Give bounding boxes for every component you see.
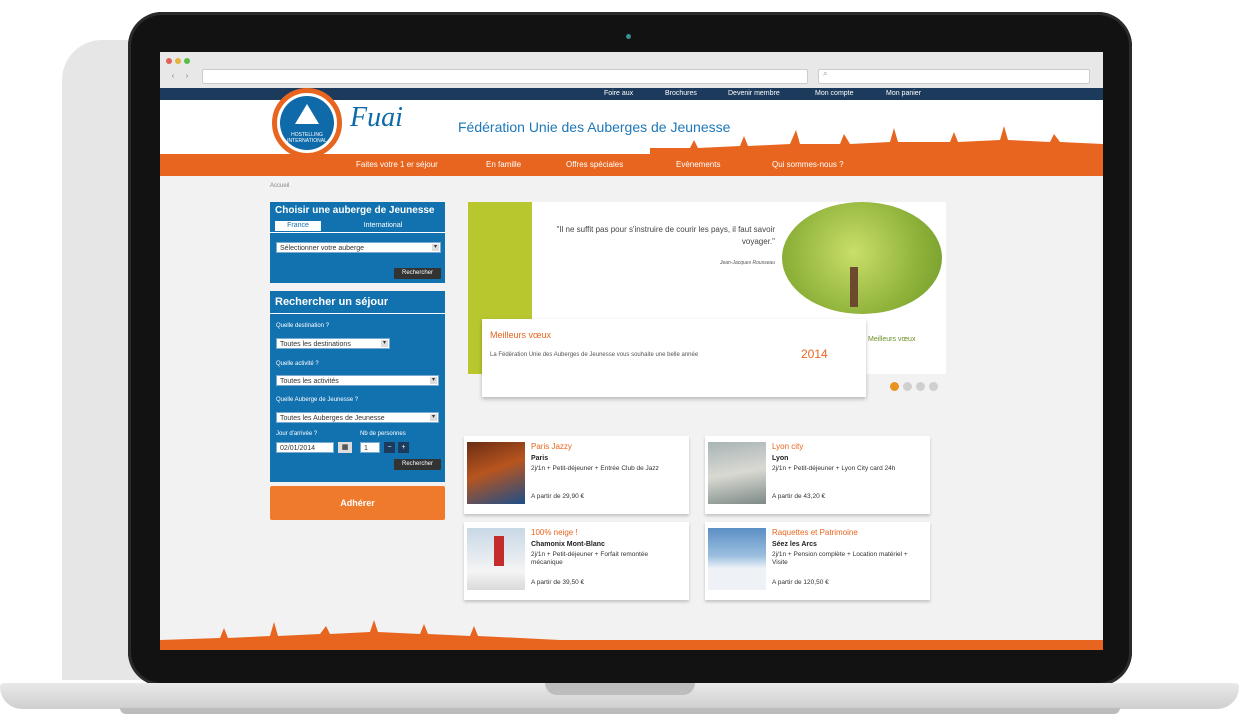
offer-description: 2j/1n + Petit-déjeuner + Entrée Club de …	[531, 465, 659, 472]
offer-price: A partir de 39,50 €	[531, 579, 585, 586]
offer-city: Chamonix Mont-Blanc	[531, 541, 605, 548]
destination-select[interactable]: Toutes les destinations ▾	[276, 338, 390, 349]
offer-card[interactable]: Paris Jazzy Paris 2j/1n + Petit-déjeuner…	[464, 436, 689, 514]
calendar-icon[interactable]: ▦	[338, 442, 352, 453]
search-stay-title: Rechercher un séjour	[275, 296, 389, 308]
offer-title[interactable]: Raquettes et Patrimoine	[772, 528, 858, 537]
hostel-filter-select[interactable]: Toutes les Auberges de Jeunesse ▾	[276, 412, 439, 423]
people-label: Nb de personnes	[360, 431, 406, 437]
browser-chrome: ‹ › ⌕	[160, 52, 1103, 89]
top-link-membre[interactable]: Devenir membre	[728, 88, 780, 100]
people-input[interactable]: 1	[360, 442, 380, 453]
main-nav: Faites votre 1 er séjour En famille Offr…	[160, 154, 1103, 176]
fuai-logo[interactable]: Fuai	[350, 102, 403, 134]
hostel-select[interactable]: Sélectionner votre auberge ▾	[276, 242, 441, 253]
search-stay-button[interactable]: Rechercher	[394, 459, 441, 470]
nav-item-famille[interactable]: En famille	[486, 154, 521, 176]
search-hostel-button[interactable]: Rechercher	[394, 268, 441, 279]
breadcrumb[interactable]: Accueil	[270, 183, 289, 189]
offer-city: Paris	[531, 455, 549, 462]
nav-item-evenements[interactable]: Evènements	[676, 154, 720, 176]
destination-value: Toutes les destinations	[280, 341, 351, 348]
offer-card[interactable]: Lyon city Lyon 2j/1n + Petit-déjeuner + …	[705, 436, 930, 514]
voeux-text: La Fédération Unie des Auberges de Jeune…	[490, 352, 699, 358]
browser-search-input[interactable]	[818, 69, 1090, 84]
tree-house-icon	[295, 104, 319, 124]
offer-thumbnail-figure	[494, 536, 504, 566]
chevron-down-icon: ▾	[381, 340, 388, 347]
slider-dot-1[interactable]	[890, 382, 899, 391]
offer-description: 2j/1n + Pension complète + Location maté…	[772, 551, 908, 566]
activity-select[interactable]: Toutes les activités ▾	[276, 375, 439, 386]
voeux-year: 2014	[801, 347, 828, 361]
choose-hostel-title: Choisir une auberge de Jeunesse	[275, 205, 435, 216]
choose-hostel-panel: Choisir une auberge de Jeunesse France I…	[270, 202, 445, 283]
chevron-down-icon: ▾	[430, 377, 437, 384]
site-title: Fédération Unie des Auberges de Jeunesse	[458, 119, 731, 135]
offer-title[interactable]: Paris Jazzy	[531, 442, 572, 451]
date-label: Jour d'arrivée ?	[276, 431, 318, 437]
adherer-button[interactable]: Adhérer	[270, 486, 445, 520]
nav-item-offres[interactable]: Offres spéciales	[566, 154, 623, 176]
camera-icon	[626, 34, 631, 39]
back-icon[interactable]: ‹	[168, 70, 178, 81]
offer-thumbnail	[467, 442, 525, 504]
footer-bar	[160, 640, 1103, 650]
chevron-down-icon: ▾	[432, 244, 439, 251]
quote-author: Jean-Jacques Rousseau	[719, 260, 775, 266]
search-icon: ⌕	[823, 69, 828, 78]
top-link-brochures[interactable]: Brochures	[665, 88, 697, 100]
offer-price: A partir de 43,20 €	[772, 493, 826, 500]
offer-city: Lyon	[772, 455, 789, 462]
offer-city: Séez les Arcs	[772, 541, 817, 548]
tree-illustration	[782, 202, 942, 314]
forward-icon[interactable]: ›	[182, 70, 192, 81]
panel-divider	[270, 313, 445, 314]
offer-description: 2j/1n + Petit-déjeuner + Forfait remonté…	[531, 551, 649, 566]
tab-france[interactable]: France	[275, 221, 321, 231]
tab-divider	[270, 232, 445, 233]
destination-label: Quelle destination ?	[276, 323, 330, 329]
maximize-window-icon[interactable]	[184, 58, 190, 64]
logo-badge-text: HOSTELLING INTERNATIONAL	[287, 132, 327, 144]
minimize-window-icon[interactable]	[175, 58, 181, 64]
tree-caption: Meilleurs vœux	[868, 336, 916, 343]
offer-thumbnail	[708, 442, 766, 504]
top-link-faq[interactable]: Foire aux	[604, 88, 633, 100]
offer-price: A partir de 120,50 €	[772, 579, 829, 586]
offer-price: A partir de 29,90 €	[531, 493, 585, 500]
top-link-compte[interactable]: Mon compte	[815, 88, 854, 100]
nav-item-qui-sommes-nous[interactable]: Qui sommes-nous ?	[772, 154, 844, 176]
offer-description: 2j/1n + Petit-déjeuner + Lyon City card …	[772, 465, 896, 472]
slider-dot-2[interactable]	[903, 382, 912, 391]
slider-quote: "Il ne suffit pas pour s'instruire de co…	[556, 225, 775, 246]
plus-icon[interactable]: +	[398, 442, 409, 453]
tree-trunk	[850, 267, 858, 307]
slider-dot-4[interactable]	[929, 382, 938, 391]
hostel-label: Quelle Auberge de Jeunesse ?	[276, 397, 359, 403]
activity-value: Toutes les activités	[280, 378, 339, 385]
laptop-base-bottom	[120, 708, 1120, 714]
hostel-select-value: Sélectionner votre auberge	[280, 245, 365, 252]
offer-card[interactable]: 100% neige ! Chamonix Mont-Blanc 2j/1n +…	[464, 522, 689, 600]
offer-thumbnail	[708, 528, 766, 590]
slider-dot-3[interactable]	[916, 382, 925, 391]
nav-item-premier-sejour[interactable]: Faites votre 1 er séjour	[356, 154, 438, 176]
top-link-panier[interactable]: Mon panier	[886, 88, 921, 100]
voeux-title: Meilleurs vœux	[490, 330, 552, 340]
minus-icon[interactable]: −	[384, 442, 395, 453]
chevron-down-icon: ▾	[430, 414, 437, 421]
hostel-filter-value: Toutes les Auberges de Jeunesse	[280, 415, 385, 422]
offer-title[interactable]: Lyon city	[772, 442, 803, 451]
tab-international[interactable]: International	[348, 221, 418, 231]
offer-title[interactable]: 100% neige !	[531, 528, 578, 537]
activity-label: Quelle activité ?	[276, 361, 319, 367]
offer-card[interactable]: Raquettes et Patrimoine Séez les Arcs 2j…	[705, 522, 930, 600]
url-bar[interactable]	[202, 69, 808, 84]
search-stay-panel: Rechercher un séjour Quelle destination …	[270, 291, 445, 482]
laptop-base-notch	[545, 683, 695, 695]
date-input[interactable]: 02/01/2014	[276, 442, 334, 453]
close-window-icon[interactable]	[166, 58, 172, 64]
laptop-screen: ‹ › ⌕ Foire aux Brochures Devenir membre…	[160, 52, 1103, 650]
